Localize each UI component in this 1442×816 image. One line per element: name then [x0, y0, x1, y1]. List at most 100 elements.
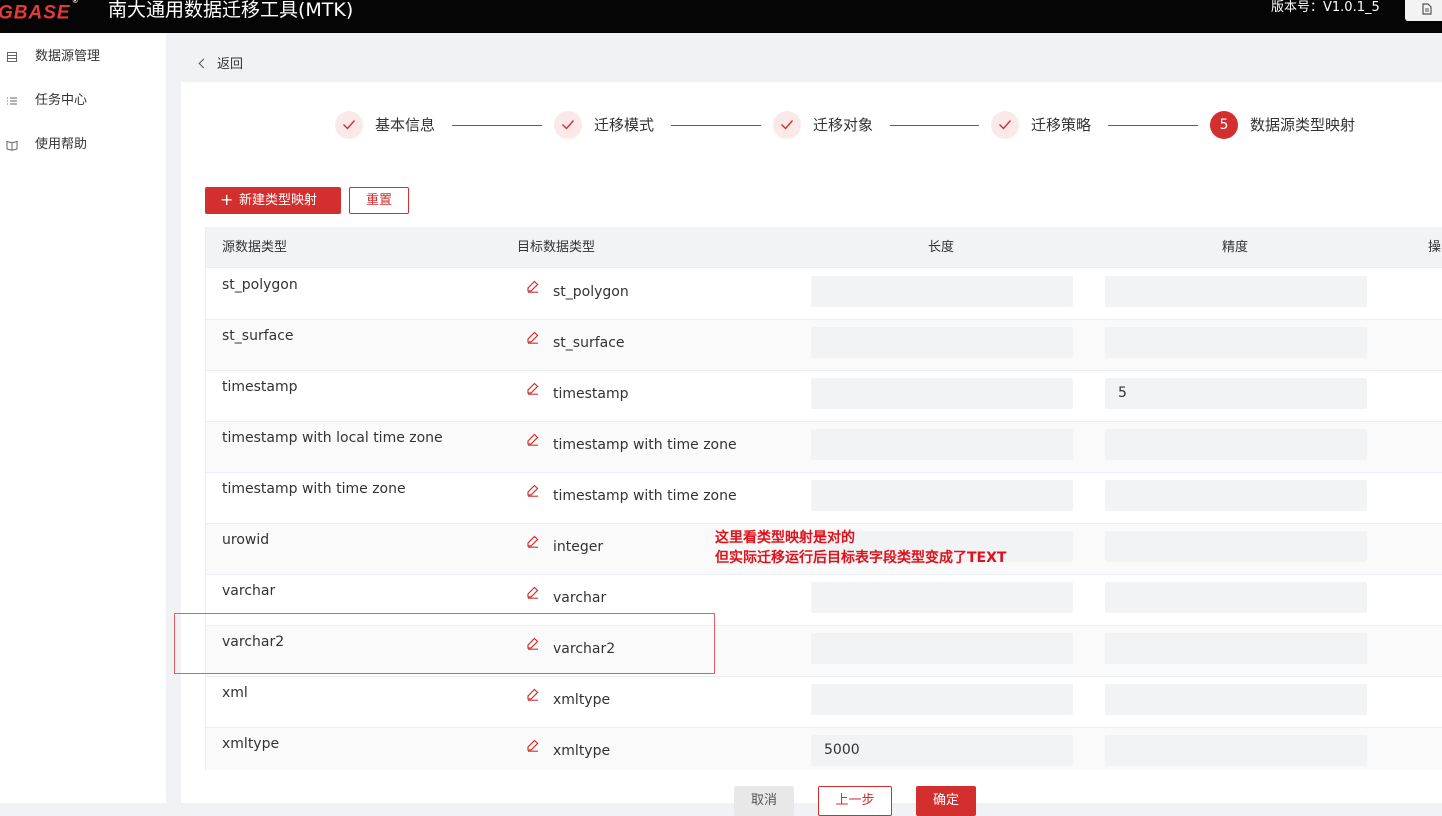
table-row: st_surface st_surface — [206, 320, 1442, 371]
step-connector — [671, 125, 761, 126]
edit-icon[interactable] — [526, 534, 540, 552]
table-row: timestamp timestamp 5 — [206, 371, 1442, 422]
table-row: st_polygon st_polygon — [206, 269, 1442, 320]
source-type-cell: st_polygon — [222, 277, 298, 293]
precision-input[interactable] — [1105, 684, 1367, 715]
step-connector — [890, 125, 979, 126]
column-header-actions: 操 — [1428, 240, 1442, 255]
check-icon — [343, 120, 356, 130]
reset-button[interactable]: 重置 — [349, 187, 409, 214]
target-type-cell[interactable]: timestamp with time zone — [553, 481, 737, 511]
target-type-cell[interactable]: st_polygon — [553, 277, 629, 307]
table-header: 源数据类型 目标数据类型 长度 精度 操 — [206, 227, 1442, 268]
step-connector — [1108, 125, 1198, 126]
highlight-box — [174, 613, 715, 674]
edit-icon[interactable] — [526, 585, 540, 603]
source-type-cell: timestamp with time zone — [222, 481, 406, 497]
length-input[interactable] — [811, 378, 1073, 409]
length-input[interactable] — [811, 633, 1073, 664]
sidebar-item-help[interactable]: 使用帮助 — [0, 134, 166, 156]
column-header-target: 目标数据类型 — [517, 240, 596, 255]
edit-icon[interactable] — [526, 432, 540, 450]
length-input[interactable]: 5000 — [811, 735, 1073, 766]
logo-mark: ® — [72, 0, 79, 5]
sidebar-item-label: 使用帮助 — [35, 137, 88, 152]
edit-icon[interactable] — [526, 279, 540, 297]
table-row: xml xmltype — [206, 677, 1442, 728]
target-type-cell[interactable]: timestamp — [553, 379, 629, 409]
check-icon — [781, 120, 794, 130]
back-label: 返回 — [217, 57, 244, 72]
check-icon — [999, 120, 1012, 130]
length-input[interactable] — [811, 429, 1073, 460]
precision-input[interactable] — [1105, 531, 1367, 562]
back-link[interactable]: 返回 — [198, 56, 244, 74]
table-row: xmltype xmltype 5000 — [206, 728, 1442, 770]
length-input[interactable] — [811, 684, 1073, 715]
precision-input[interactable] — [1105, 429, 1367, 460]
length-input[interactable] — [811, 276, 1073, 307]
target-type-cell[interactable]: xmltype — [553, 736, 610, 766]
column-header-precision: 精度 — [1222, 240, 1249, 255]
version-label: 版本号：V1.0.1_5 — [1271, 0, 1380, 15]
logo-text: GBASE — [0, 2, 71, 24]
database-list-icon — [7, 52, 17, 62]
precision-input[interactable] — [1105, 480, 1367, 511]
document-icon — [1422, 3, 1432, 15]
chevron-left-icon — [198, 58, 209, 69]
length-input[interactable] — [811, 582, 1073, 613]
previous-step-button[interactable]: 上一步 — [818, 786, 892, 816]
column-header-source: 源数据类型 — [222, 240, 288, 255]
document-button[interactable] — [1405, 0, 1442, 21]
list-icon — [7, 97, 17, 105]
target-type-cell[interactable]: xmltype — [553, 685, 610, 715]
precision-input[interactable] — [1105, 735, 1367, 766]
target-type-cell[interactable]: st_surface — [553, 328, 625, 358]
column-header-length: 长度 — [928, 240, 955, 255]
confirm-button[interactable]: 确定 — [916, 786, 976, 816]
gbase-logo: GBASE® — [0, 0, 79, 24]
precision-input[interactable] — [1105, 327, 1367, 358]
edit-icon[interactable] — [526, 687, 540, 705]
precision-input[interactable] — [1105, 582, 1367, 613]
step-done-circle — [773, 111, 801, 139]
table-row: timestamp with local time zone timestamp … — [206, 422, 1442, 473]
annotation-line: 但实际迁移运行后目标表字段类型变成了TEXT — [715, 550, 1007, 566]
step-label: 数据源类型映射 — [1250, 116, 1356, 134]
length-input[interactable] — [811, 327, 1073, 358]
sidebar-item-datasource[interactable]: 数据源管理 — [0, 46, 166, 68]
edit-icon[interactable] — [526, 483, 540, 501]
step-done-circle — [554, 111, 582, 139]
source-type-cell: xml — [222, 685, 248, 701]
check-icon — [562, 120, 575, 130]
annotation-line: 这里看类型映射是对的 — [715, 530, 855, 546]
edit-icon[interactable] — [526, 330, 540, 348]
app-title: 南大通用数据迁移工具(MTK) — [108, 0, 354, 21]
precision-input[interactable] — [1105, 276, 1367, 307]
edit-icon[interactable] — [526, 381, 540, 399]
sidebar-item-tasks[interactable]: 任务中心 — [0, 90, 166, 112]
type-mapping-table: 源数据类型 目标数据类型 长度 精度 操 st_polygon st_polygo… — [205, 227, 1442, 770]
new-button-label: 新建类型映射 — [239, 193, 318, 208]
source-type-cell: urowid — [222, 532, 270, 548]
step-connector — [452, 125, 542, 126]
source-type-cell: st_surface — [222, 328, 294, 344]
target-type-cell[interactable]: varchar — [553, 583, 606, 613]
edit-icon[interactable] — [526, 738, 540, 756]
new-type-mapping-button[interactable]: + 新建类型映射 — [205, 187, 341, 214]
step-active-circle: 5 — [1210, 111, 1238, 139]
target-type-cell[interactable]: timestamp with time zone — [553, 430, 737, 460]
length-input[interactable] — [811, 480, 1073, 511]
source-type-cell: xmltype — [222, 736, 280, 752]
cancel-button[interactable]: 取消 — [734, 786, 794, 816]
precision-input[interactable] — [1105, 633, 1367, 664]
plus-icon: + — [220, 190, 234, 209]
source-type-cell: timestamp with local time zone — [222, 430, 443, 446]
step-done-circle — [991, 111, 1019, 139]
step-done-circle — [335, 111, 363, 139]
table-row: timestamp with time zone timestamp with t… — [206, 473, 1442, 524]
precision-input[interactable]: 5 — [1105, 378, 1367, 409]
target-type-cell[interactable]: integer — [553, 532, 603, 562]
sidebar-item-label: 数据源管理 — [35, 49, 101, 64]
step-label: 迁移对象 — [813, 116, 874, 134]
